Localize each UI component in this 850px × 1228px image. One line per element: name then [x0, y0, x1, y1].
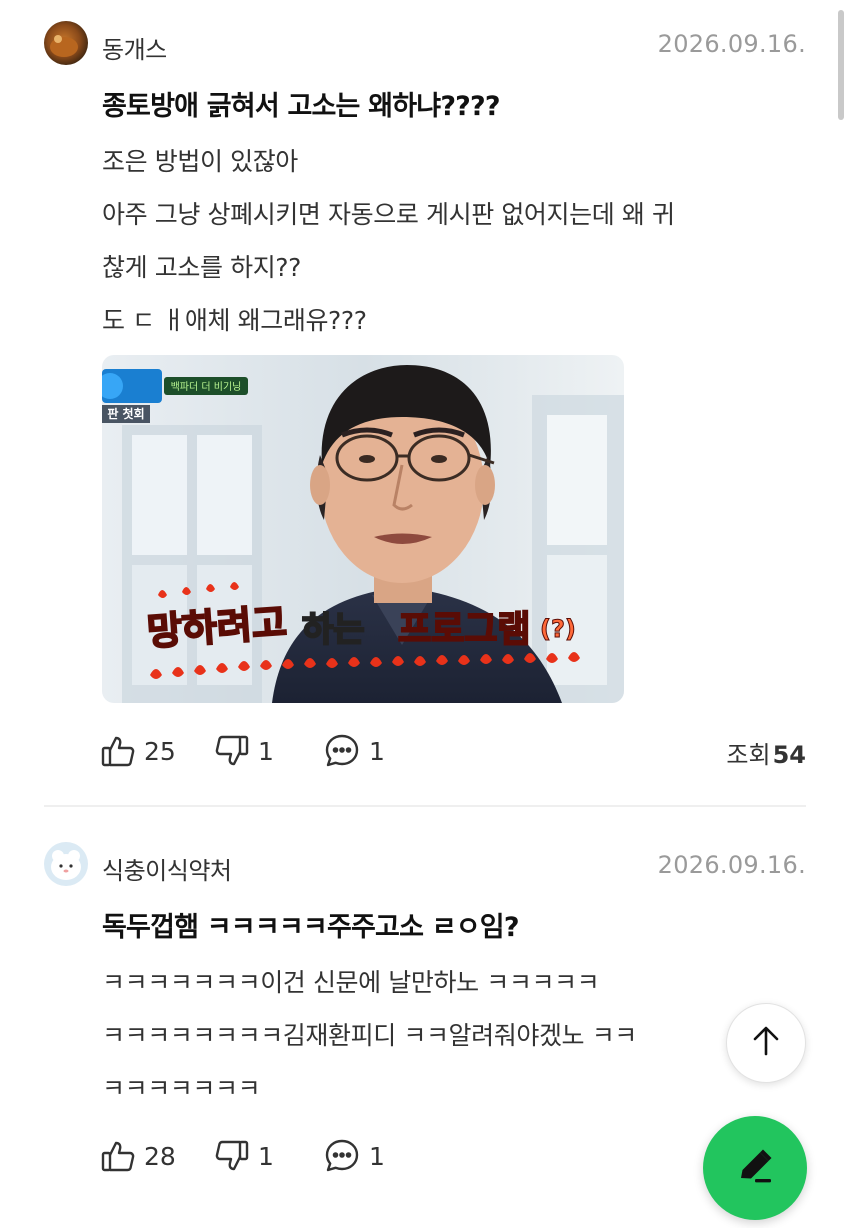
- comment-count: 1: [369, 736, 385, 766]
- post-title[interactable]: 독두껍햄 ㅋㅋㅋㅋㅋ주주고소 ㄹㅇ임?: [102, 905, 520, 944]
- body-line: ㅋㅋㅋㅋㅋㅋㅋㅋ김재환피디 ㅋㅋ알려줘야겠노 ㅋㅋ: [102, 1021, 637, 1050]
- speech-bubble-icon: [323, 732, 361, 770]
- post-thumbnail[interactable]: 백파더 더 비기닝 판 첫회 망하려고 하는 프로그램 (?): [102, 355, 624, 703]
- dislike-button[interactable]: 1: [214, 731, 274, 771]
- thumbs-up-icon: [100, 733, 136, 769]
- body-line: 아주 그냥 상폐시키면 자동으로 게시판 없어지는데 왜 귀: [102, 200, 675, 229]
- body-line: ㅋㅋㅋㅋㅋㅋㅋ이건 신문에 날만하노 ㅋㅋㅋㅋㅋ: [102, 968, 600, 997]
- post-divider: [44, 805, 806, 807]
- image-badge-text: 백파더 더 비기닝: [171, 381, 242, 393]
- image-caption-question: (?): [540, 615, 576, 643]
- post-body[interactable]: ㅋㅋㅋㅋㅋㅋㅋ이건 신문에 날만하노 ㅋㅋㅋㅋㅋ ㅋㅋㅋㅋㅋㅋㅋㅋ김재환피디 ㅋ…: [102, 963, 812, 1122]
- dislike-count: 1: [258, 1141, 274, 1171]
- dislike-count: 1: [258, 736, 274, 766]
- body-line: 도 ㄷ ㅐ애체 왜그래유???: [102, 306, 367, 335]
- body-line: 찮게 고소를 하지??: [102, 253, 302, 282]
- dislike-button[interactable]: 1: [214, 1136, 274, 1176]
- comment-button[interactable]: 1: [323, 1136, 385, 1176]
- image-corner-text: 판 첫회: [107, 406, 144, 421]
- post-date: 2026.09.16.: [657, 30, 806, 58]
- post-header: 식충이식약처 2026.09.16.: [44, 842, 806, 888]
- thumbs-down-icon: [214, 1138, 250, 1174]
- like-button[interactable]: 25: [100, 731, 176, 771]
- scrollbar[interactable]: [838, 10, 844, 120]
- avatar[interactable]: [44, 21, 88, 65]
- post-header: 동개스 2026.09.16.: [44, 21, 806, 67]
- arrow-up-icon: [749, 1024, 783, 1062]
- like-count: 25: [144, 736, 176, 766]
- post-date: 2026.09.16.: [657, 851, 806, 879]
- post-body[interactable]: 조은 방법이 있잖아 아주 그냥 상폐시키면 자동으로 게시판 없어지는데 왜 …: [102, 142, 812, 354]
- like-count: 28: [144, 1141, 176, 1171]
- comment-count: 1: [369, 1141, 385, 1171]
- thumbs-down-icon: [214, 733, 250, 769]
- views-label: 조회: [726, 741, 771, 769]
- post-title[interactable]: 종토방애 긁혀서 고소는 왜하냐????: [102, 84, 501, 123]
- pencil-icon: [733, 1144, 777, 1192]
- author-name[interactable]: 식충이식약처: [102, 851, 232, 886]
- view-count: 조회54: [726, 735, 806, 770]
- body-line: ㅋㅋㅋㅋㅋㅋㅋ: [102, 1074, 261, 1103]
- author-name[interactable]: 동개스: [102, 30, 167, 65]
- image-caption-white: 하는: [302, 610, 365, 650]
- scroll-top-button[interactable]: [726, 1003, 806, 1083]
- image-caption-red-2: 프로그램: [398, 609, 530, 650]
- views-value: 54: [772, 741, 806, 769]
- post-actions: 25 1 1 조회54: [100, 731, 806, 771]
- body-line: 조은 방법이 있잖아: [102, 147, 298, 176]
- thumbs-up-icon: [100, 1138, 136, 1174]
- speech-bubble-icon: [323, 1137, 361, 1175]
- write-post-button[interactable]: [703, 1116, 807, 1220]
- like-button[interactable]: 28: [100, 1136, 176, 1176]
- post-actions: 28 1 1: [100, 1136, 806, 1176]
- comment-button[interactable]: 1: [323, 731, 385, 771]
- avatar[interactable]: [44, 842, 88, 886]
